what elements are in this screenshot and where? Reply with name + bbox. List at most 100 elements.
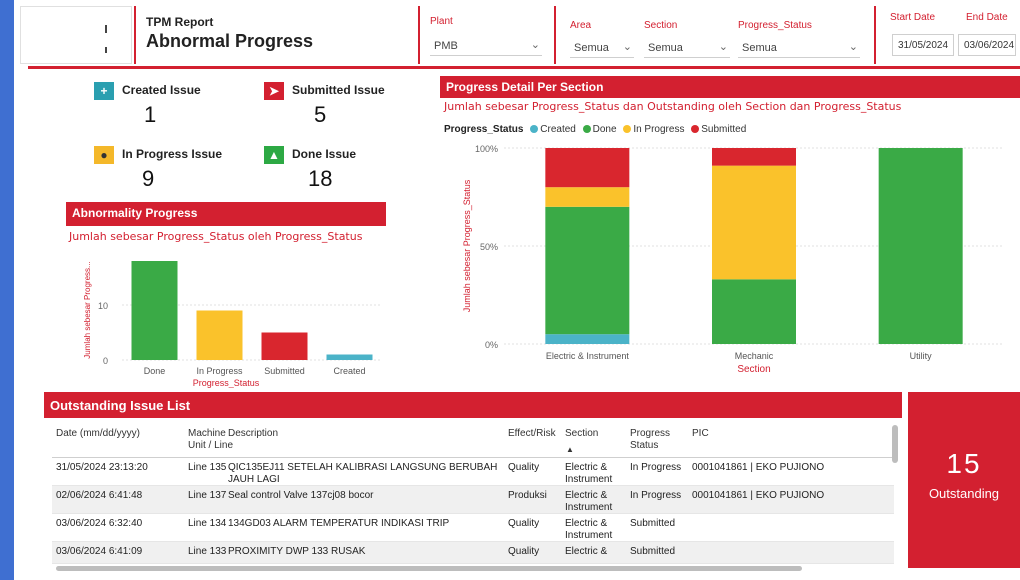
cell-effect: Quality — [508, 546, 540, 557]
page-title: Abnormal Progress — [146, 31, 314, 51]
end-date-input[interactable]: 03/06/2024 — [958, 34, 1016, 56]
thumbs-up-icon: ▲ — [264, 146, 284, 164]
table-row[interactable]: 03/06/2024 6:41:09 Line 133 PROXIMITY DW… — [52, 542, 894, 564]
cell-description: 134GD03 ALARM TEMPERATUR INDIKASI TRIP — [228, 518, 450, 529]
legend-item[interactable]: Created — [540, 124, 576, 135]
legend-item[interactable]: Done — [593, 124, 617, 135]
table-row[interactable]: 03/06/2024 6:32:40 Line 134 134GD03 ALAR… — [52, 514, 894, 542]
header-divider — [28, 66, 1020, 69]
cell-date: 31/05/2024 23:13:20 — [56, 462, 148, 473]
y-tick-label: 50% — [480, 242, 498, 252]
abnormality-chart: 0 10 Done In Progress Submitted Created Progre… — [83, 261, 382, 388]
plant-label: Plant — [430, 16, 453, 27]
cell-progress: Submitted — [630, 518, 676, 529]
col-section[interactable]: Section — [565, 428, 598, 440]
kpi-in-progress: ● In Progress Issue 9 — [94, 146, 244, 194]
plant-slicer: Plant PMB ⌄ — [418, 6, 566, 64]
cell-progress: Submitted — [630, 546, 676, 557]
detail-chart: 0% 50% 100% Electric & Instrument Mechanic Ut… — [462, 144, 1004, 375]
legend-dot-in-progress — [623, 125, 632, 133]
detail-title: Progress Detail Per Section — [440, 76, 1020, 98]
plant-dropdown[interactable]: PMB ⌄ — [430, 36, 542, 56]
cell-effect: Quality — [508, 518, 540, 529]
bar — [261, 332, 308, 360]
issues-table: Date (mm/dd/yyyy) Machine Unit / Line De… — [52, 422, 894, 564]
legend-dot-done — [582, 125, 591, 133]
cell-machine: Line 135 — [188, 462, 227, 473]
chevron-down-icon: ⌄ — [622, 41, 632, 53]
legend-item[interactable]: Submitted — [701, 124, 746, 135]
abnormality-title: Abnormality Progress — [66, 202, 386, 226]
kpi-value: 18 — [308, 166, 333, 191]
kpi-label: Done Issue — [292, 147, 357, 161]
table-header-row: Date (mm/dd/yyyy) Machine Unit / Line De… — [52, 422, 894, 458]
col-effect[interactable]: Effect/Risk — [508, 428, 556, 440]
kpi-label: In Progress Issue — [122, 147, 223, 161]
cell-pic: 0001041861 | EKO PUJIONO — [692, 490, 825, 501]
area-dropdown[interactable]: Semua ⌄ — [570, 38, 634, 58]
cell-description: PROXIMITY DWP 133 RUSAK — [228, 546, 366, 557]
chevron-down-icon: ⌄ — [718, 41, 728, 53]
progress-status-label: Progress_Status — [738, 20, 812, 31]
cell-description: QIC135EJ11 SETELAH KALIBRASI LANGSUNG BE… — [228, 462, 498, 485]
detail-subtitle: Jumlah sebesar Progress_Status dan Outst… — [444, 100, 902, 113]
x-tick-label: Created — [333, 366, 365, 376]
cell-pic: 0001041861 | EKO PUJIONO — [692, 462, 825, 473]
legend-dot-created — [530, 125, 539, 133]
table-vertical-scrollbar[interactable] — [892, 425, 898, 463]
col-description[interactable]: Description — [228, 428, 278, 440]
kpi-done: ▲ Done Issue 18 — [264, 146, 414, 194]
end-date-label: End Date — [966, 12, 1008, 23]
y-tick-label: 0% — [485, 340, 498, 350]
col-pic[interactable]: PIC — [692, 428, 709, 440]
stacked-bar-segment — [712, 279, 796, 344]
table-horizontal-scrollbar[interactable] — [56, 566, 802, 571]
table-row[interactable]: 31/05/2024 23:13:20 Line 135 QIC135EJ11 … — [52, 458, 894, 486]
title-block: TPM Report Abnormal Progress — [134, 6, 434, 64]
table-row[interactable]: 02/06/2024 6:41:48 Line 137 Seal control… — [52, 486, 894, 514]
stacked-bar-segment — [545, 187, 630, 207]
cell-section: Electric & Instrument — [565, 462, 613, 485]
x-tick-label: Utility — [910, 351, 932, 361]
outstanding-card: 15 Outstanding — [908, 392, 1020, 568]
cell-effect: Produksi — [508, 490, 547, 501]
x-tick-label: Mechanic — [735, 351, 774, 361]
cell-progress: In Progress — [630, 462, 682, 473]
progress-status-value: Semua — [742, 42, 777, 54]
bar — [196, 310, 243, 360]
cell-section: Electric & Instrument — [565, 490, 613, 513]
chevron-down-icon: ⌄ — [848, 41, 858, 53]
filter-slicers: Area Semua ⌄ Section Semua ⌄ Progress_St… — [554, 6, 876, 64]
cell-date: 03/06/2024 6:41:09 — [56, 546, 143, 557]
progress-status-dropdown[interactable]: Semua ⌄ — [738, 38, 860, 58]
y-tick-label: 100% — [475, 144, 498, 154]
cell-progress: In Progress — [630, 490, 682, 501]
legend-title: Progress_Status — [444, 124, 524, 135]
header: TPM Report Abnormal Progress Plant PMB ⌄… — [14, 0, 1020, 70]
cell-machine: Line 133 — [188, 546, 227, 557]
kpi-label: Created Issue — [122, 83, 201, 97]
col-date[interactable]: Date (mm/dd/yyyy) — [56, 428, 140, 440]
outstanding-label: Outstanding — [928, 486, 1000, 501]
section-dropdown[interactable]: Semua ⌄ — [644, 38, 730, 58]
cell-date: 03/06/2024 6:32:40 — [56, 518, 143, 529]
start-date-label: Start Date — [890, 12, 936, 23]
kpi-value: 5 — [314, 102, 327, 127]
x-tick-label: Done — [144, 366, 166, 376]
cell-machine: Line 134 — [188, 518, 227, 529]
stacked-bar-segment — [545, 206, 630, 335]
legend-item[interactable]: In Progress — [633, 124, 684, 135]
cell-section: Electric & Instrument — [565, 518, 613, 541]
stacked-bar-segment — [712, 148, 796, 166]
sort-desc-icon[interactable]: ▲ — [566, 444, 574, 456]
start-date-input[interactable]: 31/05/2024 — [892, 34, 954, 56]
y-axis-label: Jumlah sebesar Progress_Status — [462, 179, 472, 312]
section-label: Section — [644, 20, 678, 31]
x-axis-label: Progress_Status — [193, 378, 260, 388]
col-progress[interactable]: Progress Status — [630, 428, 676, 452]
kpi-value: 9 — [142, 166, 155, 191]
plus-icon: + — [94, 82, 114, 100]
abnormality-subtitle: Jumlah sebesar Progress_Status oleh Prog… — [69, 230, 363, 243]
area-label: Area — [570, 20, 592, 31]
cell-date: 02/06/2024 6:41:48 — [56, 490, 143, 501]
